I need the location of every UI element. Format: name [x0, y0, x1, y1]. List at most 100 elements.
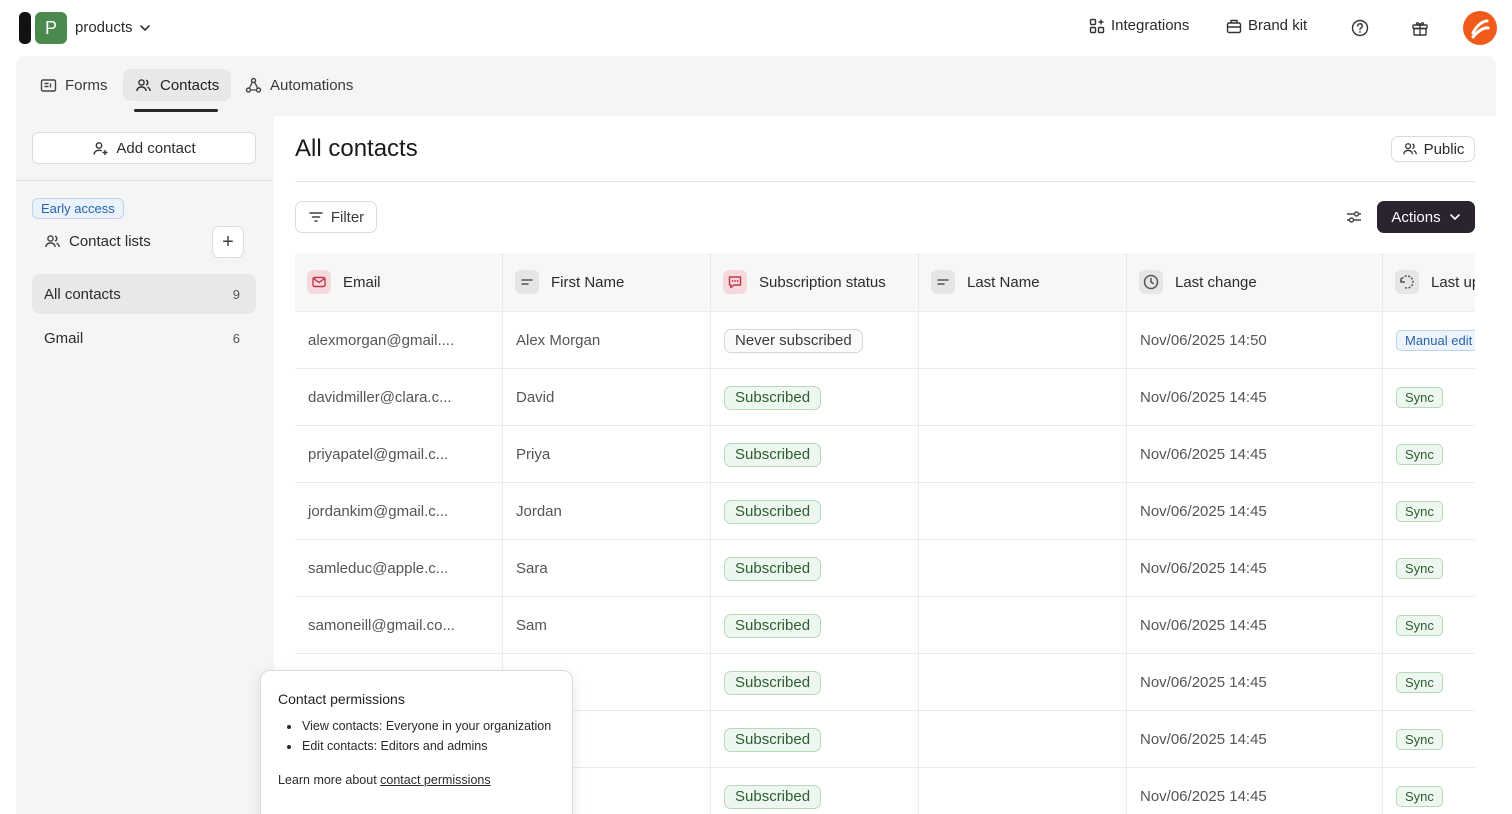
cell-first-name[interactable]: Sara — [503, 540, 711, 597]
page-title: All contacts — [295, 135, 418, 162]
cell-subscription-status[interactable]: Subscribed — [711, 426, 919, 483]
cell-subscription-status[interactable]: Subscribed — [711, 540, 919, 597]
tab-automations[interactable]: Automations — [233, 69, 365, 101]
cell-last-update[interactable]: Sync — [1383, 369, 1475, 426]
cell-last-change[interactable]: Nov/06/2025 14:45 — [1127, 711, 1383, 768]
contact-permissions-link[interactable]: contact permissions — [380, 773, 490, 787]
permissions-list: View contacts: Everyone in your organiza… — [278, 719, 555, 753]
status-badge: Never subscribed — [724, 328, 863, 353]
cell-subscription-status[interactable]: Subscribed — [711, 654, 919, 711]
source-badge: Sync — [1396, 786, 1443, 807]
cell-subscription-status[interactable]: Subscribed — [711, 768, 919, 814]
cell-last-name[interactable] — [919, 540, 1127, 597]
cell-last-change[interactable]: Nov/06/2025 14:45 — [1127, 768, 1383, 814]
cell-subscription-status[interactable]: Subscribed — [711, 369, 919, 426]
cell-last-update[interactable]: Manual edit — [1383, 312, 1475, 369]
integrations-link[interactable]: Integrations — [1089, 17, 1189, 34]
cell-last-name[interactable] — [919, 369, 1127, 426]
cell-email[interactable]: samleduc@apple.c... — [295, 540, 503, 597]
tab-contacts[interactable]: Contacts — [123, 69, 232, 101]
cell-last-change[interactable]: Nov/06/2025 14:45 — [1127, 597, 1383, 654]
tab-forms[interactable]: Forms — [28, 69, 120, 101]
learn-more-text: Learn more about contact permissions — [278, 773, 555, 787]
add-list-button[interactable]: + — [212, 226, 244, 258]
cell-last-update[interactable]: Sync — [1383, 597, 1475, 654]
cell-last-name[interactable] — [919, 426, 1127, 483]
cell-last-name[interactable] — [919, 483, 1127, 540]
sliders-icon[interactable] — [1343, 206, 1365, 228]
help-icon[interactable] — [1349, 17, 1371, 39]
cell-last-change[interactable]: Nov/06/2025 14:50 — [1127, 312, 1383, 369]
cell-last-name[interactable] — [919, 312, 1127, 369]
cell-last-name[interactable] — [919, 597, 1127, 654]
source-badge: Sync — [1396, 501, 1443, 522]
table-row[interactable]: samoneill@gmail.co... Sam Subscribed Nov… — [295, 596, 1475, 654]
cell-subscription-status[interactable]: Subscribed — [711, 711, 919, 768]
cell-first-name[interactable]: Sam — [503, 597, 711, 654]
workspace-switcher[interactable]: products — [75, 19, 151, 36]
cell-first-name[interactable]: Jordan — [503, 483, 711, 540]
learn-more-prefix: Learn more about — [278, 773, 381, 787]
cell-last-name[interactable] — [919, 711, 1127, 768]
add-contact-button[interactable]: Add contact — [32, 132, 256, 164]
cell-last-change[interactable]: Nov/06/2025 14:45 — [1127, 654, 1383, 711]
column-header-subscription-status[interactable]: Subscription status — [711, 253, 919, 311]
column-header-last-change[interactable]: Last change — [1127, 253, 1383, 311]
workspace-name: products — [75, 19, 133, 36]
column-header-last-update[interactable]: Last up — [1383, 253, 1475, 311]
cell-subscription-status[interactable]: Subscribed — [711, 483, 919, 540]
source-badge: Sync — [1396, 729, 1443, 750]
status-badge: Subscribed — [724, 556, 822, 581]
filter-button[interactable]: Filter — [295, 201, 377, 233]
cell-last-change[interactable]: Nov/06/2025 14:45 — [1127, 540, 1383, 597]
actions-button[interactable]: Actions — [1377, 201, 1475, 233]
cell-last-name[interactable] — [919, 768, 1127, 814]
column-header-last-name[interactable]: Last Name — [919, 253, 1127, 311]
table-row[interactable]: jordankim@gmail.c... Jordan Subscribed N… — [295, 482, 1475, 540]
title-divider — [295, 181, 1475, 182]
sidebar-item-all-contacts[interactable]: All contacts 9 — [32, 274, 256, 314]
source-badge: Sync — [1396, 558, 1443, 579]
column-label: First Name — [551, 273, 625, 291]
table-row[interactable]: priyapatel@gmail.c... Priya Subscribed N… — [295, 425, 1475, 483]
cell-last-change[interactable]: Nov/06/2025 14:45 — [1127, 369, 1383, 426]
contact-lists-heading: Contact lists — [44, 233, 151, 250]
cell-last-update[interactable]: Sync — [1383, 483, 1475, 540]
table-row[interactable]: davidmiller@clara.c... David Subscribed … — [295, 368, 1475, 426]
sidebar-item-gmail[interactable]: Gmail 6 — [32, 318, 256, 358]
clock-icon — [1139, 270, 1163, 294]
integrations-label: Integrations — [1111, 17, 1190, 34]
cell-last-change[interactable]: Nov/06/2025 14:45 — [1127, 483, 1383, 540]
tab-automations-label: Automations — [270, 76, 354, 94]
cell-last-update[interactable]: Sync — [1383, 711, 1475, 768]
cell-first-name[interactable]: Alex Morgan — [503, 312, 711, 369]
brand-kit-link[interactable]: Brand kit — [1226, 17, 1307, 34]
people-icon — [1402, 143, 1417, 155]
update-icon — [1395, 270, 1419, 294]
table-row[interactable]: samleduc@apple.c... Sara Subscribed Nov/… — [295, 539, 1475, 597]
cell-last-update[interactable]: Sync — [1383, 426, 1475, 483]
cell-subscription-status[interactable]: Subscribed — [711, 597, 919, 654]
table-row[interactable]: alexmorgan@gmail.... Alex Morgan Never s… — [295, 311, 1475, 369]
cell-email[interactable]: davidmiller@clara.c... — [295, 369, 503, 426]
cell-email[interactable]: priyapatel@gmail.c... — [295, 426, 503, 483]
cell-email[interactable]: samoneill@gmail.co... — [295, 597, 503, 654]
workspace-avatar[interactable]: P — [35, 12, 67, 44]
column-header-email[interactable]: Email — [295, 253, 503, 311]
user-avatar[interactable] — [1463, 11, 1497, 45]
gift-icon[interactable] — [1409, 17, 1431, 39]
cell-last-change[interactable]: Nov/06/2025 14:45 — [1127, 426, 1383, 483]
cell-email[interactable]: alexmorgan@gmail.... — [295, 312, 503, 369]
cell-first-name[interactable]: David — [503, 369, 711, 426]
app-logo[interactable] — [19, 12, 31, 44]
cell-email[interactable]: jordankim@gmail.c... — [295, 483, 503, 540]
cell-last-name[interactable] — [919, 654, 1127, 711]
cell-last-update[interactable]: Sync — [1383, 768, 1475, 814]
column-header-first-name[interactable]: First Name — [503, 253, 711, 311]
cell-subscription-status[interactable]: Never subscribed — [711, 312, 919, 369]
cell-last-update[interactable]: Sync — [1383, 654, 1475, 711]
cell-last-update[interactable]: Sync — [1383, 540, 1475, 597]
brand-kit-icon — [1226, 19, 1242, 33]
visibility-button[interactable]: Public — [1391, 136, 1475, 162]
cell-first-name[interactable]: Priya — [503, 426, 711, 483]
